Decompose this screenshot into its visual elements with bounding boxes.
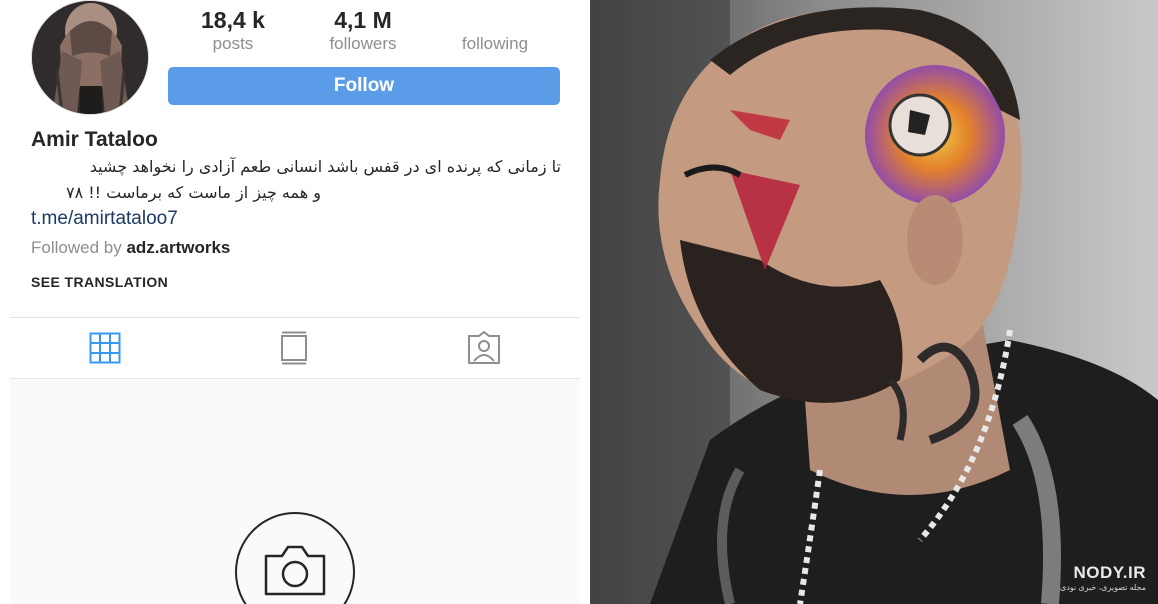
- posts-label: posts: [212, 34, 254, 53]
- tab-feed[interactable]: [276, 330, 312, 366]
- follow-button[interactable]: Follow: [168, 67, 560, 105]
- stat-followers[interactable]: 4,1 M followers: [298, 6, 428, 54]
- tab-tagged[interactable]: [466, 330, 502, 366]
- feed-icon: [281, 331, 307, 365]
- stat-posts[interactable]: 18,4 k posts: [168, 6, 298, 54]
- profile-name: Amir Tataloo: [31, 128, 158, 151]
- profile-stats: 18,4 k posts 4,1 M followers following: [168, 6, 560, 58]
- profile-bio: تا زمانی که پرنده ای در قفس باشد انسانی …: [31, 154, 561, 179]
- followed-by: Followed by adz.artworks: [31, 238, 230, 258]
- followers-count: 4,1 M: [334, 7, 392, 33]
- avatar[interactable]: [31, 0, 149, 115]
- portrait-illustration: [590, 0, 1158, 604]
- profile-bio-continued: و همه چیز از ماست که برماست !! ۷۸: [31, 180, 321, 205]
- tagged-icon: [468, 331, 500, 364]
- followed-by-user[interactable]: adz.artworks: [126, 238, 230, 257]
- watermark: NODY.IR مجله تصویری، خبری نودی: [1060, 563, 1146, 592]
- see-translation-button[interactable]: SEE TRANSLATION: [31, 274, 168, 290]
- profile-photo: NODY.IR مجله تصویری، خبری نودی: [590, 0, 1158, 604]
- followed-by-prefix: Followed by: [31, 238, 127, 257]
- followers-label: followers: [329, 34, 397, 53]
- profile-panel: 18,4 k posts 4,1 M followers following F…: [0, 0, 590, 604]
- watermark-main: NODY.IR: [1073, 563, 1146, 582]
- watermark-sub: مجله تصویری، خبری نودی: [1059, 583, 1146, 592]
- bio-line-2: و همه چیز از ماست که برماست !! ۷۸: [65, 183, 321, 202]
- bio-line-1: تا زمانی که پرنده ای در قفس باشد انسانی …: [89, 157, 561, 176]
- avatar-photo: [32, 1, 148, 114]
- grid-icon: [89, 332, 121, 364]
- stat-following[interactable]: following: [430, 34, 560, 54]
- camera-icon: [264, 545, 326, 596]
- tab-grid[interactable]: [87, 330, 123, 366]
- posts-count: 18,4 k: [201, 7, 265, 33]
- profile-link[interactable]: t.me/amirtataloo7: [31, 208, 178, 230]
- following-label: following: [461, 34, 529, 53]
- profile-tabs: [10, 318, 580, 378]
